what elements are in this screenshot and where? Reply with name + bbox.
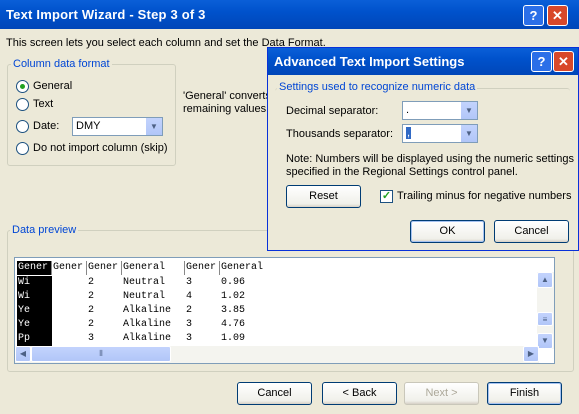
next-button[interactable]: Next > — [404, 382, 479, 405]
data-preview-label: Data preview — [10, 224, 79, 236]
table-cell: 3 — [186, 277, 193, 288]
column-header[interactable]: General — [122, 261, 185, 275]
decimal-separator-label: Decimal separator: — [286, 105, 379, 117]
general-note-line2: remaining values t — [183, 103, 273, 115]
scroll-right-icon[interactable]: ▶ — [523, 346, 539, 362]
wizard-title: Text Import Wizard - Step 3 of 3 — [6, 7, 206, 22]
table-cell: 1.02 — [221, 291, 246, 302]
note-line2: specified in the Regional Settings contr… — [286, 166, 518, 178]
decimal-separator-select[interactable]: . ▼ — [402, 101, 478, 120]
column-header[interactable]: General — [220, 261, 537, 275]
close-icon[interactable]: ✕ — [553, 51, 574, 72]
table-cell: Alkaline — [123, 319, 172, 330]
thousands-separator-value: , — [406, 127, 412, 139]
back-button[interactable]: < Back — [322, 382, 397, 405]
table-cell: 3.85 — [221, 305, 246, 316]
table-cell: 4 — [186, 291, 193, 302]
column-header[interactable]: Gener — [52, 261, 87, 275]
ok-button[interactable]: OK — [410, 220, 485, 243]
table-cell: 0.96 — [221, 277, 246, 288]
wizard-title-bar: Text Import Wizard - Step 3 of 3 ? ✕ — [0, 0, 579, 29]
thousands-separator-label: Thousands separator: — [286, 128, 394, 140]
thousands-separator-select[interactable]: , ▼ — [402, 124, 478, 143]
scroll-thumb[interactable]: ≡ — [537, 312, 553, 326]
horizontal-scrollbar[interactable]: ◀ ⦀ ▶ — [15, 346, 539, 363]
vertical-scrollbar[interactable]: ▲ ≡ ▼ — [537, 272, 554, 349]
chevron-down-icon[interactable]: ▼ — [145, 118, 162, 135]
radio-general[interactable] — [16, 80, 29, 93]
table-cell: 3 — [186, 319, 193, 330]
scroll-up-icon[interactable]: ▲ — [537, 272, 553, 288]
numeric-settings-label: Settings used to recognize numeric data — [277, 81, 478, 93]
radio-text-label: Text — [33, 98, 54, 110]
radio-skip[interactable] — [16, 142, 29, 155]
radio-skip-label: Do not import column (skip) — [33, 142, 168, 154]
table-cell: 2 — [88, 291, 95, 302]
column-header[interactable]: Gener — [17, 261, 52, 275]
advanced-title-bar: Advanced Text Import Settings ? ✕ — [268, 48, 578, 75]
table-cell: Ye — [17, 318, 52, 332]
table-cell: Ye — [17, 304, 52, 318]
column-header[interactable]: Gener — [87, 261, 122, 275]
table-cell: 3 — [186, 333, 193, 344]
table-cell: Pp — [17, 332, 52, 346]
trailing-minus-checkbox[interactable]: ✓ — [380, 190, 393, 203]
table-cell: 2 — [88, 305, 95, 316]
table-cell: Wi — [17, 290, 52, 304]
radio-date-label: Date: — [33, 120, 60, 132]
table-cell — [52, 304, 87, 318]
column-header[interactable]: Gener — [185, 261, 220, 275]
table-cell: Alkaline — [123, 305, 172, 316]
decimal-separator-value: . — [406, 104, 410, 116]
close-icon[interactable]: ✕ — [547, 5, 568, 26]
table-cell — [52, 332, 87, 346]
scroll-down-icon[interactable]: ▼ — [537, 333, 553, 349]
table-cell: 2 — [88, 277, 95, 288]
note-line1: Note: Numbers will be displayed using th… — [286, 153, 574, 165]
table-cell: 2 — [186, 305, 193, 316]
table-cell — [52, 290, 87, 304]
finish-button[interactable]: Finish — [487, 382, 562, 405]
table-cell: Neutral — [123, 291, 166, 302]
help-icon[interactable]: ? — [531, 51, 552, 72]
table-cell: Neutral — [123, 277, 166, 288]
advanced-cancel-button[interactable]: Cancel — [494, 220, 569, 243]
table-cell: 3 — [88, 333, 95, 344]
table-cell: Alkaline — [123, 333, 172, 344]
wizard-cancel-button[interactable]: Cancel — [237, 382, 312, 405]
radio-general-label: General — [33, 80, 73, 92]
table-cell — [52, 276, 87, 290]
radio-text[interactable] — [16, 98, 29, 111]
advanced-title: Advanced Text Import Settings — [274, 54, 465, 69]
table-cell: Wi — [17, 276, 52, 290]
advanced-settings-dialog: Advanced Text Import Settings ? ✕ Settin… — [267, 47, 579, 251]
column-format-label: Column data format — [11, 58, 112, 70]
table-cell: 2 — [88, 319, 95, 330]
table-cell: 4.76 — [221, 319, 246, 330]
scroll-thumb[interactable]: ⦀ — [31, 346, 171, 362]
reset-button[interactable]: Reset — [286, 185, 361, 208]
scroll-left-icon[interactable]: ◀ — [15, 346, 31, 362]
table-cell: 1.09 — [221, 333, 246, 344]
table-cell — [52, 318, 87, 332]
date-format-select[interactable]: DMY ▼ — [72, 117, 163, 136]
radio-date[interactable] — [16, 120, 29, 133]
trailing-minus-label: Trailing minus for negative numbers — [397, 190, 572, 202]
help-icon[interactable]: ? — [523, 5, 544, 26]
chevron-down-icon[interactable]: ▼ — [460, 102, 477, 119]
data-preview-grid[interactable]: Gener Gener Gener General Gener General … — [14, 257, 555, 364]
general-note-line1: 'General' converts — [183, 90, 271, 102]
chevron-down-icon[interactable]: ▼ — [460, 125, 477, 142]
date-format-value: DMY — [76, 120, 101, 132]
